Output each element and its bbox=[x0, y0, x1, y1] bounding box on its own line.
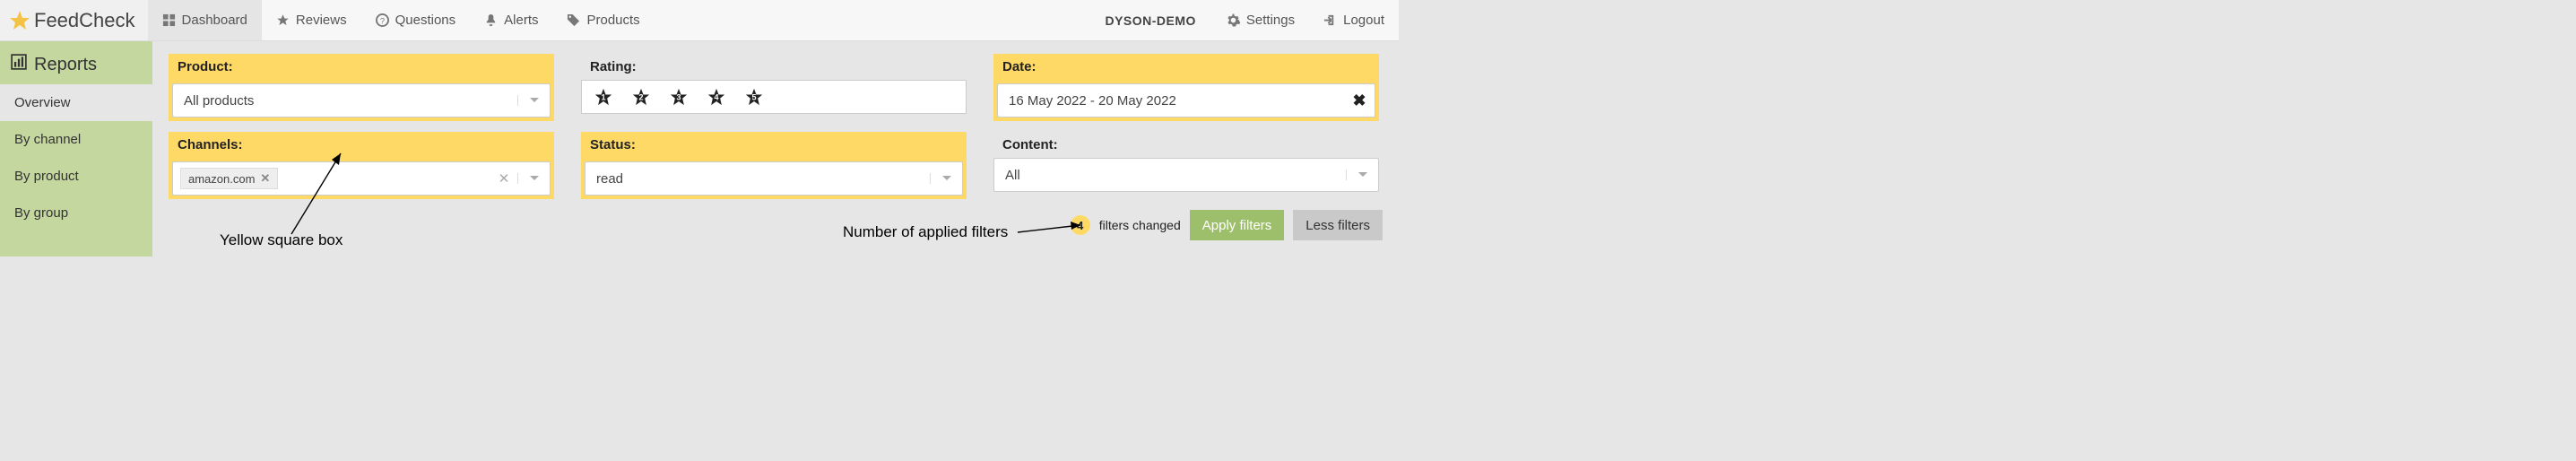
question-icon: ? bbox=[376, 13, 389, 27]
filters-count-badge: 4 bbox=[1071, 215, 1090, 235]
brand-text: FeedCheck bbox=[34, 9, 135, 32]
sidebar-item-overview[interactable]: Overview bbox=[0, 84, 152, 121]
sidebar: Reports Overview By channel By product B… bbox=[0, 41, 152, 257]
rating-control[interactable]: 1 2 3 4 5 bbox=[581, 80, 967, 114]
chevron-down-icon bbox=[930, 173, 962, 184]
star-rating-5[interactable]: 5 bbox=[745, 88, 763, 106]
select-value: All products bbox=[173, 93, 517, 109]
sidebar-title-text: Reports bbox=[34, 55, 97, 75]
star-rating-3[interactable]: 3 bbox=[670, 88, 688, 106]
nav-label: Dashboard bbox=[182, 13, 247, 28]
nav-dashboard[interactable]: Dashboard bbox=[148, 0, 262, 40]
star-rating-2[interactable]: 2 bbox=[632, 88, 650, 106]
nav-label: Questions bbox=[395, 13, 456, 28]
filters-changed-text: filters changed bbox=[1099, 218, 1181, 232]
bell-icon bbox=[484, 13, 498, 27]
filter-label: Status: bbox=[581, 132, 967, 158]
top-nav: FeedCheck Dashboard Reviews ? Questions … bbox=[0, 0, 1399, 41]
star-icon bbox=[9, 10, 30, 31]
star-rating-4[interactable]: 4 bbox=[707, 88, 725, 106]
filter-actions: 4 filters changed Apply filters Less fil… bbox=[169, 210, 1383, 240]
chip-remove-icon[interactable]: ✕ bbox=[260, 171, 270, 186]
sidebar-title: Reports bbox=[0, 45, 152, 84]
nav-label: Alerts bbox=[504, 13, 538, 28]
logout-icon bbox=[1323, 13, 1337, 27]
nav-label: Logout bbox=[1343, 13, 1384, 28]
product-select[interactable]: All products bbox=[172, 83, 551, 117]
nav-label: Settings bbox=[1246, 13, 1295, 28]
brand: FeedCheck bbox=[0, 0, 148, 40]
nav-reviews[interactable]: Reviews bbox=[262, 0, 361, 40]
filter-status: Status: read bbox=[581, 132, 967, 199]
filter-label: Rating: bbox=[581, 54, 967, 80]
select-value: All bbox=[994, 168, 1346, 183]
filter-label: Date: bbox=[993, 54, 1379, 80]
filter-channels: Channels: amazon.com ✕ ✕ bbox=[169, 132, 554, 199]
channels-select[interactable]: amazon.com ✕ ✕ bbox=[172, 161, 551, 196]
filter-date: Date: 16 May 2022 - 20 May 2022 ✖ bbox=[993, 54, 1379, 121]
apply-filters-button[interactable]: Apply filters bbox=[1190, 210, 1285, 240]
svg-text:?: ? bbox=[379, 16, 384, 25]
filter-label: Product: bbox=[169, 54, 554, 80]
nav-label: Reviews bbox=[296, 13, 347, 28]
nav-products[interactable]: Products bbox=[552, 0, 654, 40]
nav-logout[interactable]: Logout bbox=[1309, 0, 1399, 40]
nav-alerts[interactable]: Alerts bbox=[470, 0, 552, 40]
select-value: read bbox=[585, 171, 930, 187]
content-select[interactable]: All bbox=[993, 158, 1379, 192]
sidebar-item-by-product[interactable]: By product bbox=[0, 158, 152, 195]
gear-icon bbox=[1227, 13, 1240, 27]
date-value: 16 May 2022 - 20 May 2022 bbox=[998, 93, 1344, 109]
nav-label: Products bbox=[586, 13, 639, 28]
nav-user: DYSON-DEMO bbox=[1089, 0, 1211, 40]
chevron-down-icon bbox=[1346, 170, 1378, 180]
chip-label: amazon.com bbox=[188, 172, 255, 186]
date-input[interactable]: 16 May 2022 - 20 May 2022 ✖ bbox=[997, 83, 1375, 117]
filter-label: Content: bbox=[993, 132, 1379, 158]
filters-panel: Product: All products Rating: 1 bbox=[152, 41, 1399, 257]
channel-chip: amazon.com ✕ bbox=[180, 168, 278, 189]
close-icon[interactable]: ✖ bbox=[1344, 91, 1375, 110]
nav-items-right: DYSON-DEMO Settings Logout bbox=[1089, 0, 1399, 40]
chevron-down-icon bbox=[517, 95, 550, 106]
filter-label: Channels: bbox=[169, 132, 554, 158]
less-filters-button[interactable]: Less filters bbox=[1293, 210, 1383, 240]
sidebar-item-by-group[interactable]: By group bbox=[0, 195, 152, 231]
filter-rating: Rating: 1 2 3 bbox=[581, 54, 967, 121]
sidebar-item-by-channel[interactable]: By channel bbox=[0, 121, 152, 158]
nav-items-left: Dashboard Reviews ? Questions Alerts Pro… bbox=[148, 0, 655, 40]
filter-content: Content: All bbox=[993, 132, 1379, 199]
star-rating-1[interactable]: 1 bbox=[594, 88, 612, 106]
grid-icon bbox=[162, 13, 176, 27]
tag-icon bbox=[567, 13, 580, 27]
clear-icon[interactable]: ✕ bbox=[490, 170, 517, 187]
filter-product: Product: All products bbox=[169, 54, 554, 121]
nav-settings[interactable]: Settings bbox=[1212, 0, 1309, 40]
chevron-down-icon bbox=[517, 173, 550, 184]
status-select[interactable]: read bbox=[585, 161, 963, 196]
nav-questions[interactable]: ? Questions bbox=[361, 0, 471, 40]
chart-icon bbox=[11, 54, 27, 75]
star-outline-icon bbox=[276, 13, 290, 27]
